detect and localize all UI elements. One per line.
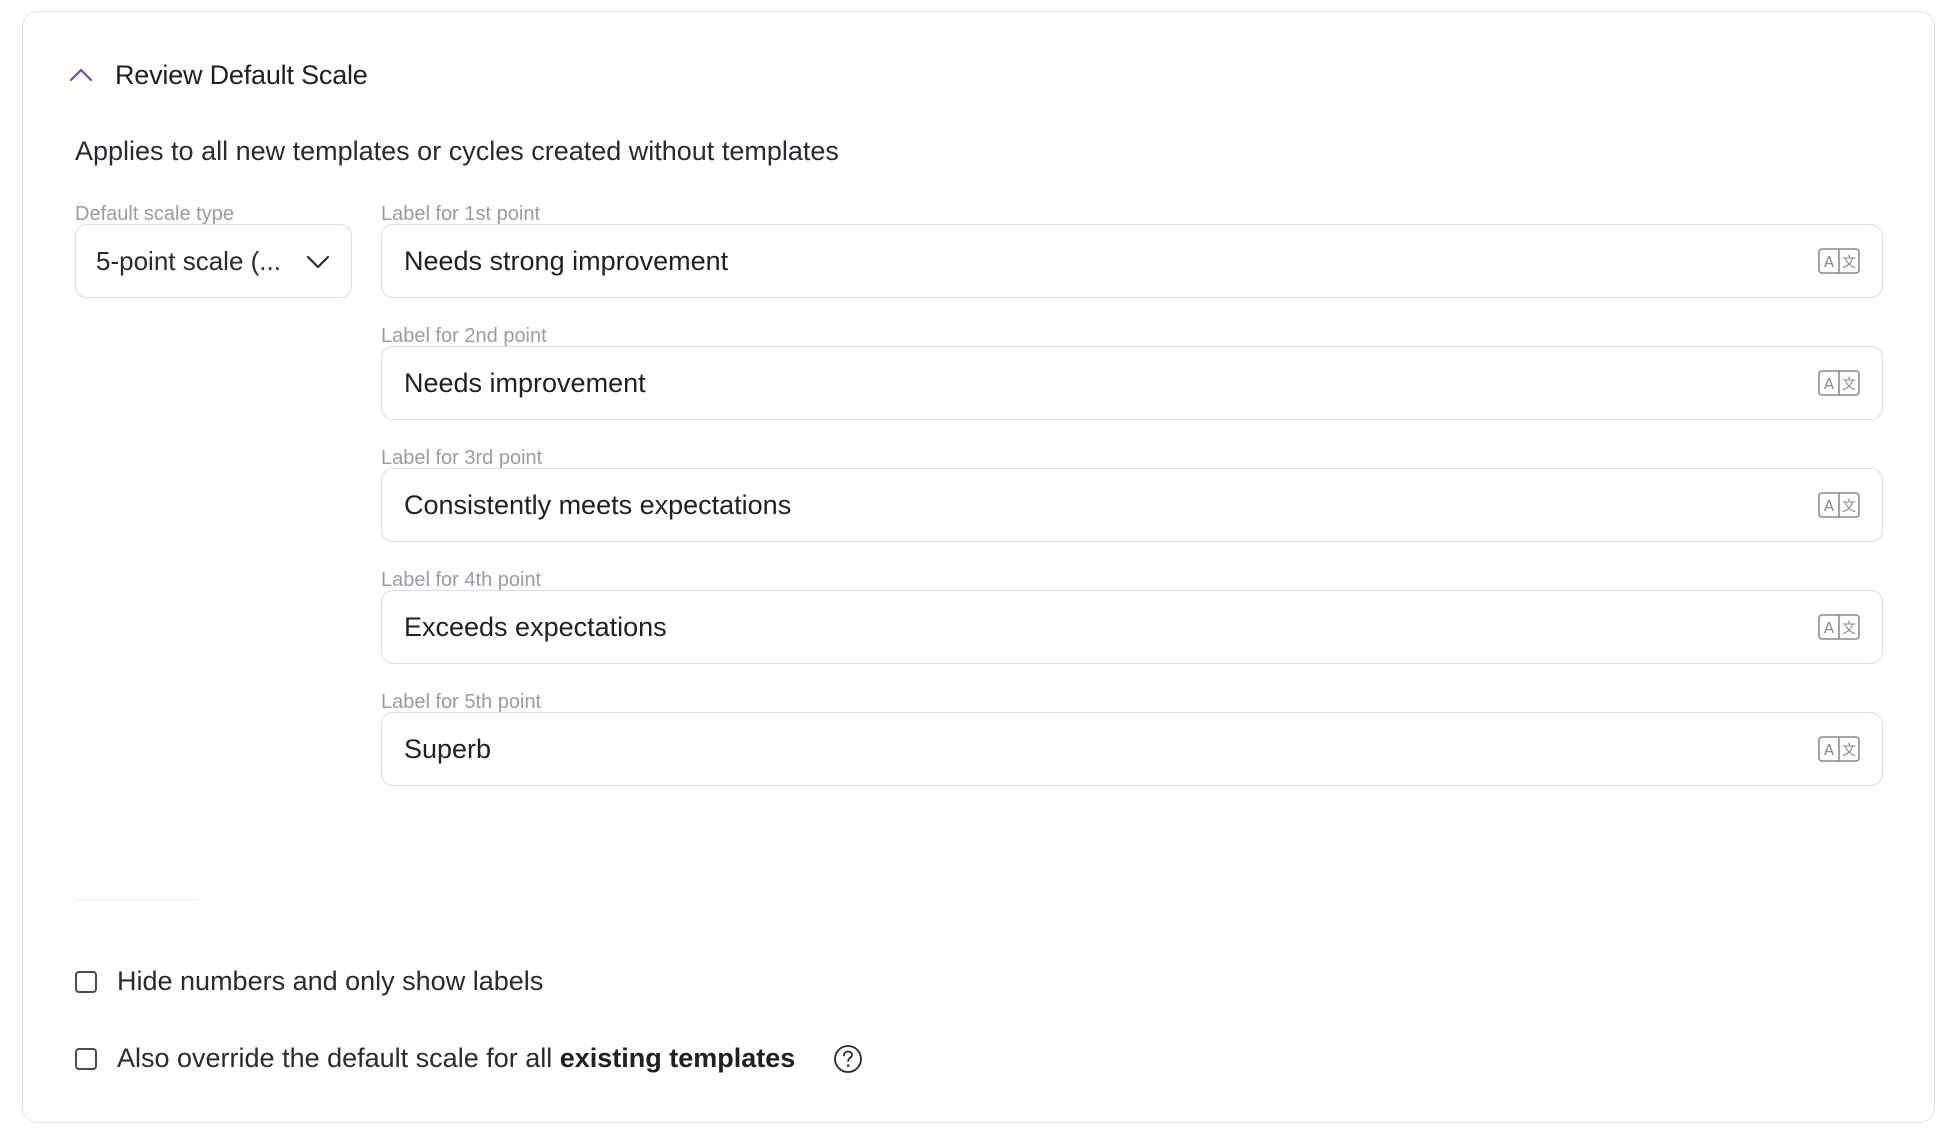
scale-type-label: Default scale type (75, 203, 234, 225)
divider (75, 899, 199, 900)
override-templates-option[interactable]: Also override the default scale for all … (75, 1043, 863, 1074)
svg-text:文: 文 (1842, 499, 1856, 515)
point-5-value: Superb (404, 733, 492, 764)
override-templates-label-bold: existing templates (559, 1043, 796, 1073)
svg-text:A: A (1824, 375, 1835, 393)
svg-text:文: 文 (1842, 377, 1856, 393)
point-5-label: Label for 5th point (381, 691, 542, 713)
point-4-value: Exceeds expectations (404, 611, 667, 642)
chevron-up-icon[interactable] (67, 61, 95, 89)
point-3-label: Label for 3rd point (381, 447, 543, 469)
chevron-down-icon (305, 246, 331, 277)
section-subtitle: Applies to all new templates or cycles c… (75, 136, 839, 166)
override-templates-label-prefix: Also override the default scale for all (117, 1043, 553, 1073)
translate-icon[interactable]: A 文 (1818, 736, 1860, 762)
scale-type-value: 5-point scale (... (96, 245, 281, 276)
point-2-input[interactable]: Needs improvement A 文 (381, 346, 1883, 420)
section-title: Review Default Scale (115, 59, 368, 90)
review-default-scale-card: Review Default Scale Applies to all new … (22, 11, 1935, 1123)
hide-numbers-checkbox[interactable] (75, 970, 97, 993)
svg-text:A: A (1824, 497, 1835, 515)
svg-text:文: 文 (1842, 743, 1856, 759)
section-header-toggle[interactable]: Review Default Scale (67, 46, 368, 104)
point-4-input[interactable]: Exceeds expectations A 文 (381, 590, 1883, 664)
point-1-input[interactable]: Needs strong improvement A 文 (381, 224, 1883, 298)
scale-type-select[interactable]: 5-point scale (... (75, 224, 352, 298)
point-1-value: Needs strong improvement (404, 245, 729, 276)
point-5-input[interactable]: Superb A 文 (381, 712, 1883, 786)
point-3-value: Consistently meets expectations (404, 489, 792, 520)
point-1-label: Label for 1st point (381, 203, 540, 225)
point-4-label: Label for 4th point (381, 569, 542, 591)
svg-text:A: A (1824, 619, 1835, 637)
svg-text:A: A (1824, 741, 1835, 759)
override-templates-checkbox[interactable] (75, 1047, 97, 1070)
hide-numbers-label: Hide numbers and only show labels (117, 966, 544, 996)
point-2-value: Needs improvement (404, 367, 646, 398)
translate-icon[interactable]: A 文 (1818, 248, 1860, 274)
help-circle-icon[interactable] (833, 1044, 863, 1074)
point-3-input[interactable]: Consistently meets expectations A 文 (381, 468, 1883, 542)
svg-text:A: A (1824, 253, 1835, 271)
translate-icon[interactable]: A 文 (1818, 614, 1860, 640)
translate-icon[interactable]: A 文 (1818, 370, 1860, 396)
translate-icon[interactable]: A 文 (1818, 492, 1860, 518)
point-2-label: Label for 2nd point (381, 325, 547, 347)
svg-text:文: 文 (1842, 621, 1856, 637)
hide-numbers-option[interactable]: Hide numbers and only show labels (75, 966, 543, 997)
svg-text:文: 文 (1842, 255, 1856, 271)
